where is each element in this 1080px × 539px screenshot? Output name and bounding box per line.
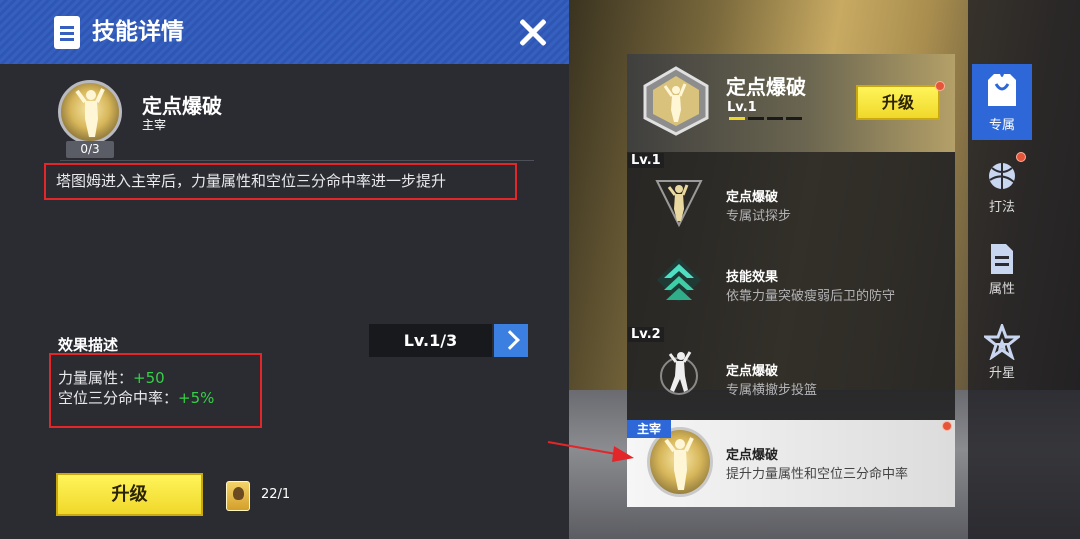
header-skill-level: Lv.1 [727,100,757,115]
upgrade-button[interactable]: 升级 [56,473,203,516]
card-count: 22/1 [261,487,291,502]
player-card-icon [226,481,250,511]
level-progress-segment-filled [729,117,745,120]
header-upgrade-button[interactable]: 升级 [856,85,940,120]
notification-dot [942,421,952,431]
notification-dot [1016,152,1026,162]
annotation-arrow-icon [547,441,634,462]
tactics-ball-icon [989,163,1015,189]
skill-row-title: 定点爆破 [726,364,779,379]
effect-value: +5% [178,389,215,407]
effect-value: +50 [133,369,165,387]
level-progress-segment [748,117,764,120]
notification-dot [935,81,945,91]
skill-row-title: 技能效果 [726,270,779,285]
header-skill-name: 定点爆破 [726,75,806,99]
tab-label: 属性 [988,282,1015,297]
tab-label: 打法 [988,200,1015,215]
skill-description: 塔图姆进入主宰后，力量属性和空位三分命中率进一步提升 [56,172,447,190]
tab-star-up[interactable]: 升星 [972,322,1032,398]
tab-label: 升星 [988,366,1015,381]
skill-row-subtitle: 依靠力量突破瘦弱后卫的防守 [726,289,896,304]
tab-label: 专属 [988,118,1015,133]
effect-line: 空位三分命中率：+5% [58,387,214,408]
next-level-button[interactable] [494,324,528,357]
effect-label: 力量属性： [58,369,134,387]
selected-skill-title: 定点爆破 [726,448,779,463]
panel-header [0,0,569,64]
effect-section-title: 效果描述 [58,336,119,354]
skill-row-title: 定点爆破 [726,190,779,205]
skill-role: 主宰 [142,118,167,132]
stepback-player-icon[interactable] [654,346,704,402]
effect-label: 空位三分命中率： [58,389,179,407]
jersey-icon [988,74,1016,106]
close-button[interactable] [512,12,554,54]
level-progress-segment [786,117,802,120]
skill-row-subtitle: 专属横撤步投篮 [726,383,818,398]
level-tag-1: Lv.1 [628,153,664,168]
tab-tactics[interactable]: 打法 [972,152,1032,228]
role-tag: 主宰 [627,420,671,438]
tab-attributes[interactable]: 属性 [972,238,1032,314]
tab-exclusive[interactable]: 专属 [972,64,1032,140]
star-icon [984,324,1020,360]
document-icon [54,16,80,49]
skill-badge-icon [643,66,709,136]
effect-line: 力量属性：+50 [58,367,165,388]
level-tag-2: Lv.2 [628,327,664,342]
boost-chevron-icon[interactable] [654,256,704,306]
panel-title: 技能详情 [92,19,184,45]
document-icon [991,244,1013,274]
triangle-player-icon[interactable] [654,175,704,231]
divider [60,160,534,161]
skill-name: 定点爆破 [142,94,222,118]
level-progress-segment [767,117,783,120]
skill-medallion-icon [58,80,122,144]
level-indicator: Lv.1/3 [369,324,492,357]
selected-skill-subtitle: 提升力量属性和空位三分命中率 [726,467,909,482]
skill-row-subtitle: 专属试探步 [726,209,792,224]
skill-progress-badge: 0/3 [66,141,114,158]
